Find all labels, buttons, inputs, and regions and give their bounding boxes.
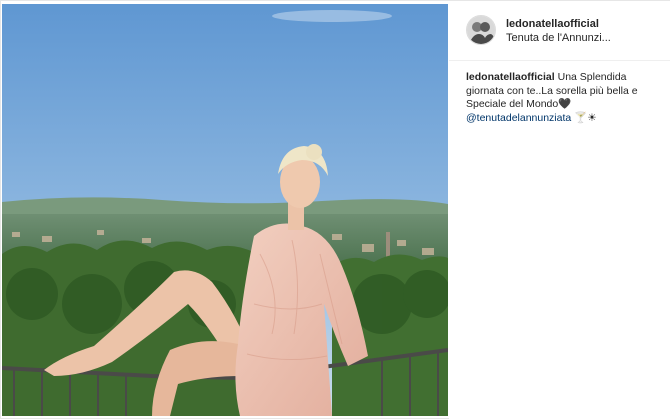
caption-emoji: 🍸☀ — [574, 111, 597, 124]
caption-username[interactable]: ledonatellaofficial — [466, 71, 555, 83]
profile-avatar-icon[interactable] — [466, 15, 496, 45]
instagram-post: ledonatellaofficial Tenuta de l'Annunzi.… — [0, 0, 670, 419]
post-caption: ledonatellaofficial Una Splendida giorna… — [466, 71, 666, 125]
post-location[interactable]: Tenuta de l'Annunzi... — [506, 32, 666, 44]
post-header: ledonatellaofficial Tenuta de l'Annunzi.… — [449, 1, 670, 61]
photo-scene — [2, 4, 448, 416]
post-username[interactable]: ledonatellaofficial — [506, 18, 599, 30]
post-photo[interactable] — [2, 4, 448, 416]
caption-mention-link[interactable]: @tenutadelannunziata — [466, 112, 571, 124]
post-side-panel: ledonatellaofficial Tenuta de l'Annunzi.… — [449, 1, 670, 419]
